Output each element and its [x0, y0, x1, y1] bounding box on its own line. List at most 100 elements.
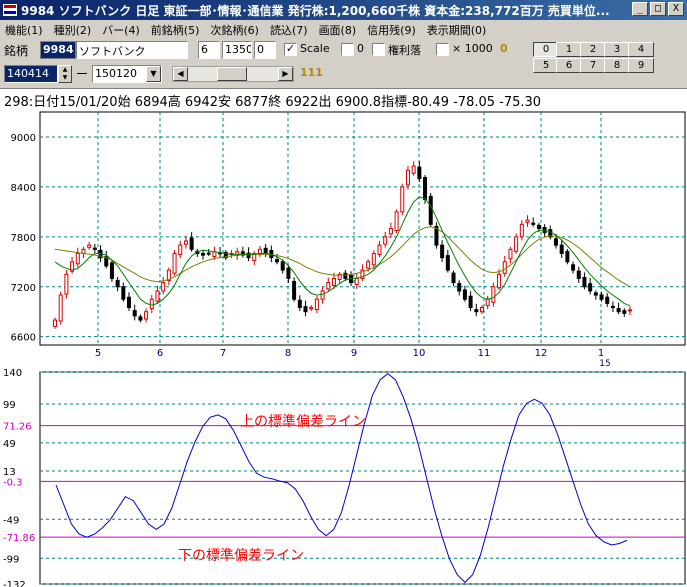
date-range-dash: ー	[76, 67, 89, 81]
candle-body	[178, 244, 183, 255]
upper-sd-annotation: 上の標準偏差ライン	[240, 414, 366, 430]
indicator-axis-label: -0.3	[3, 477, 23, 488]
menu-screen[interactable]: 画面(8)	[314, 21, 363, 39]
candle-body	[314, 298, 319, 311]
number-button-1[interactable]: 1	[556, 42, 582, 57]
menu-next-symbol[interactable]: 次銘柄(6)	[205, 21, 265, 39]
scroll-thumb[interactable]	[217, 67, 247, 81]
candle-body	[394, 211, 399, 231]
rights-checkbox[interactable]	[372, 43, 385, 56]
symbol-code-field[interactable]: 9984	[40, 41, 76, 59]
indicator-axis-label: 49	[3, 439, 16, 450]
menu-prev-symbol[interactable]: 前銘柄(5)	[146, 21, 206, 39]
candle-body	[275, 259, 280, 263]
indicator-axis-label: 71.26	[3, 422, 32, 433]
number-button-4[interactable]: 4	[628, 42, 654, 57]
candle-body	[115, 279, 120, 288]
menu-bar-style[interactable]: バー(4)	[97, 21, 146, 39]
candle-body	[616, 308, 621, 313]
candle-body	[428, 195, 433, 225]
candle-body	[400, 186, 405, 213]
scroll-left-icon[interactable]: ◀	[173, 67, 188, 81]
month-label: 12	[535, 348, 548, 359]
param-c-field[interactable]: 0	[254, 41, 276, 59]
indicator-axis-label: -99	[3, 554, 19, 565]
date-from-spinner[interactable]: ▲ ▼	[58, 65, 72, 83]
month-axis: 5 6 7 8 9 10 11 12 115	[95, 348, 611, 369]
candle-body	[559, 244, 564, 254]
candle-body	[593, 292, 598, 296]
candle-body	[474, 309, 479, 313]
candle-body	[326, 282, 331, 290]
symbol-name-field[interactable]: ソフトバンク	[76, 41, 188, 59]
candle-body	[445, 255, 450, 271]
candle-body	[440, 244, 445, 259]
candle-body	[109, 262, 114, 279]
candle-body	[64, 273, 69, 295]
candle-body	[479, 307, 484, 313]
toolbar-row-1: 銘柄 9984 ソフトバンク 6 1350 0 ✓ Scale 0 権利落 × …	[0, 40, 687, 73]
candle-body	[144, 311, 149, 320]
range-scrollbar[interactable]: ◀ ▶	[172, 66, 294, 82]
candle-body	[189, 237, 194, 250]
app-flag-icon	[3, 4, 17, 16]
candle-body	[354, 277, 359, 286]
candle-body	[280, 261, 285, 271]
candle-body	[610, 305, 615, 309]
candle-body	[366, 261, 371, 269]
param-b-field[interactable]: 1350	[222, 41, 252, 59]
window-title: 9984 ソフトバンク 日足 東証一部･情報･通信業 発行株:1,200,660…	[21, 3, 610, 18]
price-axis: 9000 8400 7800 7200 6600	[11, 133, 36, 344]
candle-body	[485, 298, 490, 307]
zero-label: 0	[357, 42, 364, 55]
candle-body	[201, 252, 206, 256]
candle-body	[553, 238, 558, 246]
chevron-down-icon[interactable]: ▼	[146, 66, 161, 82]
price-axis-label: 6600	[11, 333, 36, 344]
number-button-3[interactable]: 3	[604, 42, 630, 57]
candle-body	[388, 228, 393, 235]
x1000-checkbox[interactable]	[436, 43, 449, 56]
bars-count: 111	[300, 66, 323, 79]
candle-body	[622, 310, 627, 314]
menu-margin[interactable]: 信用残(9)	[362, 21, 422, 39]
x1000-label: × 1000	[452, 42, 493, 55]
rights-label: 権利落	[388, 44, 421, 57]
candle-body	[87, 244, 92, 248]
menu-type[interactable]: 種別(2)	[49, 21, 98, 39]
indicator-axis-label: -71.86	[3, 533, 35, 544]
indicator-axis-label: -132	[3, 580, 26, 587]
param-a-field[interactable]: 6	[198, 41, 220, 59]
date-from-field[interactable]: 140414	[4, 65, 58, 83]
lower-sd-annotation: 下の標準偏差ライン	[178, 548, 304, 564]
candle-body	[371, 252, 376, 266]
candle-body	[303, 306, 308, 313]
candle-body	[576, 270, 581, 279]
candle-body	[206, 252, 211, 255]
close-button[interactable]: X	[668, 2, 684, 16]
candle-body	[565, 250, 570, 263]
menu-display-period[interactable]: 表示期間(0)	[422, 21, 493, 39]
month-label: 6	[157, 348, 163, 359]
number-button-2[interactable]: 2	[580, 42, 606, 57]
candle-body	[508, 248, 513, 260]
month-label: 8	[285, 348, 291, 359]
candle-body	[536, 224, 541, 230]
price-axis-label: 7200	[11, 283, 36, 294]
menu-load[interactable]: 読込(7)	[265, 21, 314, 39]
maximize-button[interactable]: □	[650, 2, 666, 16]
candle-body	[155, 290, 160, 302]
date-to-combo[interactable]: 150120 ▼	[92, 65, 162, 83]
indicator-axis-label: 13	[3, 467, 16, 478]
candle-body	[525, 219, 530, 223]
zero-checkbox[interactable]	[341, 43, 354, 56]
minimize-button[interactable]: _	[632, 2, 648, 16]
candle-body	[451, 272, 456, 284]
candle-body	[497, 273, 502, 289]
menu-function[interactable]: 機能(1)	[0, 21, 49, 39]
candle-body	[582, 276, 587, 288]
candle-body	[628, 309, 632, 312]
scroll-right-icon[interactable]: ▶	[278, 67, 293, 81]
candle-body	[172, 252, 177, 274]
scale-checkbox[interactable]: ✓	[284, 43, 297, 56]
